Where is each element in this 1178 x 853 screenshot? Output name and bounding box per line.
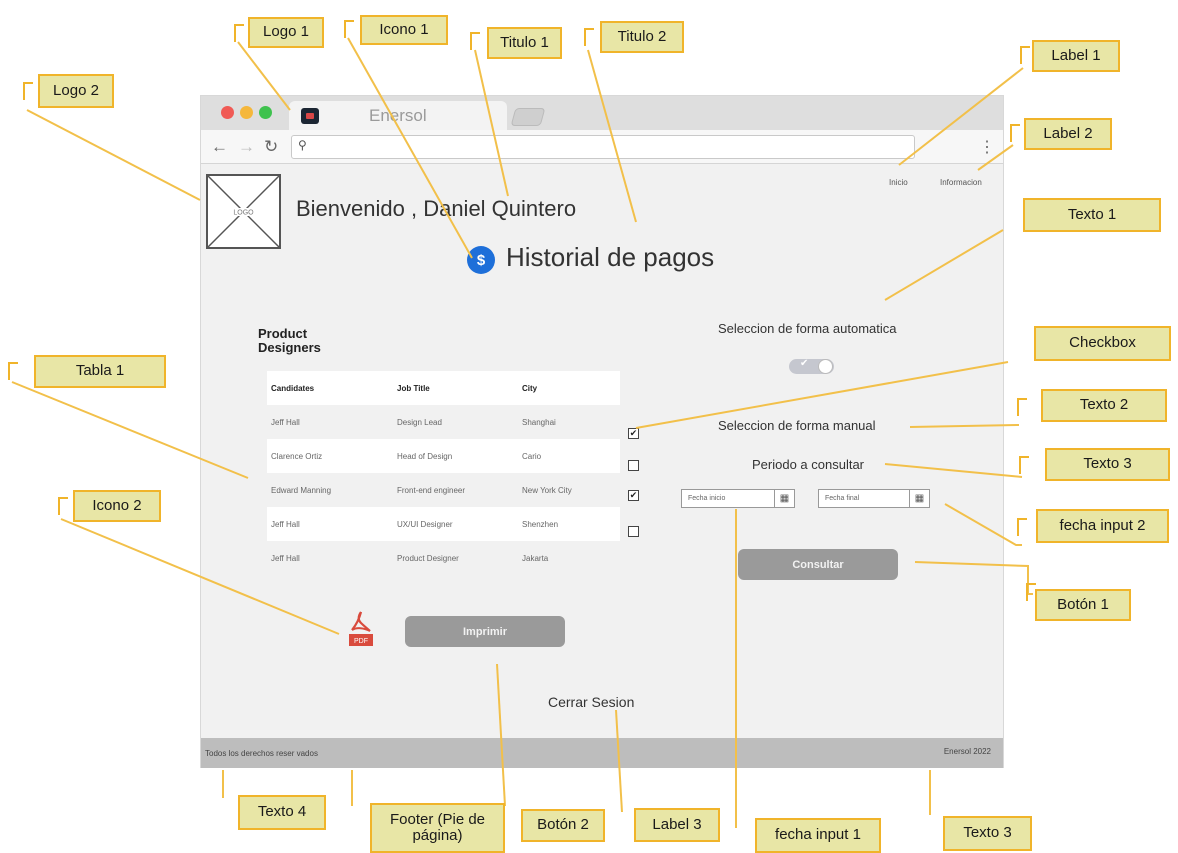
table-title: Product Designers bbox=[258, 326, 321, 356]
column-header: Job Title bbox=[397, 383, 430, 393]
app-favicon-icon bbox=[301, 108, 319, 124]
close-window-button[interactable] bbox=[221, 106, 234, 119]
nav-link-inicio[interactable]: Inicio bbox=[889, 178, 908, 187]
annotation-texto-4: Texto 4 bbox=[238, 795, 326, 830]
page-title: Historial de pagos bbox=[506, 242, 715, 272]
table-cell: Jeff Hall bbox=[271, 519, 300, 529]
query-button[interactable]: Consultar bbox=[738, 549, 898, 580]
calendar-icon[interactable]: ▦ bbox=[774, 490, 794, 507]
payments-table: Candidates Job Title City Jeff Hall Desi… bbox=[267, 371, 620, 575]
annotation-texto-1: Texto 1 bbox=[1023, 198, 1161, 232]
annotation-texto-3: Texto 3 bbox=[1045, 448, 1170, 481]
column-header: Candidates bbox=[271, 383, 315, 393]
table-cell: Cario bbox=[522, 451, 542, 461]
end-date-placeholder: Fecha final bbox=[825, 495, 860, 502]
annotation-logo-2: Logo 2 bbox=[38, 74, 114, 108]
url-input[interactable]: ⚲ bbox=[291, 135, 915, 159]
maximize-window-button[interactable] bbox=[259, 106, 272, 119]
browser-tab[interactable]: Enersol bbox=[289, 101, 507, 131]
annotation-icono-2: Icono 2 bbox=[73, 490, 161, 522]
footer: Todos los derechos reser vados Enersol 2… bbox=[201, 738, 1003, 768]
pdf-label: PDF bbox=[354, 638, 368, 645]
footer-copyright: Todos los derechos reser vados bbox=[205, 749, 318, 758]
table-cell: New York City bbox=[522, 485, 572, 495]
table-cell: Product Designer bbox=[397, 553, 459, 563]
table-row: Jeff Hall UX/UI Designer Shenzhen bbox=[267, 507, 620, 541]
new-tab-button[interactable] bbox=[510, 108, 546, 126]
annotation-fecha-input-1: fecha input 1 bbox=[755, 818, 881, 853]
table-header-row: Candidates Job Title City bbox=[267, 371, 620, 405]
period-text: Periodo a consultar bbox=[752, 457, 865, 472]
annotation-tabla-1: Tabla 1 bbox=[34, 355, 166, 388]
browser-menu-icon[interactable]: ⋮ bbox=[979, 137, 995, 157]
annotation-icono-1: Icono 1 bbox=[360, 15, 448, 45]
table-row: Clarence Ortiz Head of Design Cario bbox=[267, 439, 620, 473]
table-cell: Design Lead bbox=[397, 417, 442, 427]
logout-link[interactable]: Cerrar Sesion bbox=[548, 694, 634, 710]
annotation-logo-1: Logo 1 bbox=[248, 17, 324, 48]
table-cell: Jakarta bbox=[522, 553, 549, 563]
annotation-texto-3-bottom: Texto 3 bbox=[943, 816, 1032, 851]
start-date-placeholder: Fecha inicio bbox=[688, 495, 726, 502]
annotation-titulo-2: Titulo 2 bbox=[600, 21, 684, 53]
annotation-label-1: Label 1 bbox=[1032, 40, 1120, 72]
forward-arrow-icon[interactable]: → bbox=[238, 137, 255, 157]
calendar-icon[interactable]: ▦ bbox=[909, 490, 929, 507]
check-icon: ✔ bbox=[800, 358, 809, 369]
table-cell: Jeff Hall bbox=[271, 553, 300, 563]
table-row: Jeff Hall Product Designer Jakarta bbox=[267, 541, 620, 575]
footer-brand: Enersol 2022 bbox=[943, 747, 991, 756]
nav-link-informacion[interactable]: Informacion bbox=[940, 178, 982, 187]
minimize-window-button[interactable] bbox=[240, 106, 253, 119]
annotation-label-2: Label 2 bbox=[1024, 118, 1112, 150]
logo-placeholder: LOGO bbox=[206, 174, 281, 249]
annotation-boton-1: Botón 1 bbox=[1035, 589, 1131, 621]
annotation-footer: Footer (Pie de página) bbox=[370, 803, 505, 853]
column-header: City bbox=[522, 383, 538, 393]
annotation-titulo-1: Titulo 1 bbox=[487, 27, 562, 59]
table-row: Edward Manning Front-end engineer New Yo… bbox=[267, 473, 620, 507]
row-checkbox[interactable]: ✔ bbox=[628, 428, 639, 439]
row-checkbox[interactable] bbox=[628, 460, 639, 471]
logo-text: LOGO bbox=[233, 210, 254, 217]
start-date-input[interactable]: Fecha inicio ▦ bbox=[681, 489, 795, 508]
tab-bar: Enersol bbox=[201, 96, 1003, 131]
end-date-input[interactable]: Fecha final ▦ bbox=[818, 489, 930, 508]
annotation-boton-2: Botón 2 bbox=[521, 809, 605, 842]
address-bar-row: ← → ↻ ⚲ ⋮ bbox=[201, 130, 1003, 164]
table-cell: Shanghai bbox=[522, 417, 556, 427]
manual-selection-text: Seleccion de forma manual bbox=[718, 418, 876, 433]
toggle-knob bbox=[818, 359, 833, 374]
search-icon: ⚲ bbox=[298, 138, 307, 152]
print-button[interactable]: Imprimir bbox=[405, 616, 565, 647]
row-checkbox[interactable]: ✔ bbox=[628, 490, 639, 501]
annotation-label-3: Label 3 bbox=[634, 808, 720, 842]
row-checkbox[interactable] bbox=[628, 526, 639, 537]
table-cell: Clarence Ortiz bbox=[271, 451, 323, 461]
table-row: Jeff Hall Design Lead Shanghai bbox=[267, 405, 620, 439]
welcome-title: Bienvenido , Daniel Quintero bbox=[296, 196, 577, 221]
auto-selection-toggle[interactable]: ✔ bbox=[789, 358, 834, 374]
annotation-texto-2: Texto 2 bbox=[1041, 389, 1167, 422]
pdf-icon[interactable]: PDF bbox=[349, 610, 373, 646]
table-cell: UX/UI Designer bbox=[397, 519, 453, 529]
back-arrow-icon[interactable]: ← bbox=[211, 137, 228, 157]
table-cell: Head of Design bbox=[397, 451, 453, 461]
reload-icon[interactable]: ↻ bbox=[264, 137, 278, 157]
annotation-checkbox: Checkbox bbox=[1034, 326, 1171, 361]
table-cell: Edward Manning bbox=[271, 485, 332, 495]
table-cell: Front-end engineer bbox=[397, 485, 466, 495]
table-cell: Shenzhen bbox=[522, 519, 559, 529]
tab-title: Enersol bbox=[369, 106, 427, 125]
auto-selection-text: Seleccion de forma automatica bbox=[718, 321, 897, 336]
table-cell: Jeff Hall bbox=[271, 417, 300, 427]
dollar-icon: $ bbox=[467, 246, 495, 274]
annotation-fecha-input-2: fecha input 2 bbox=[1036, 509, 1169, 543]
